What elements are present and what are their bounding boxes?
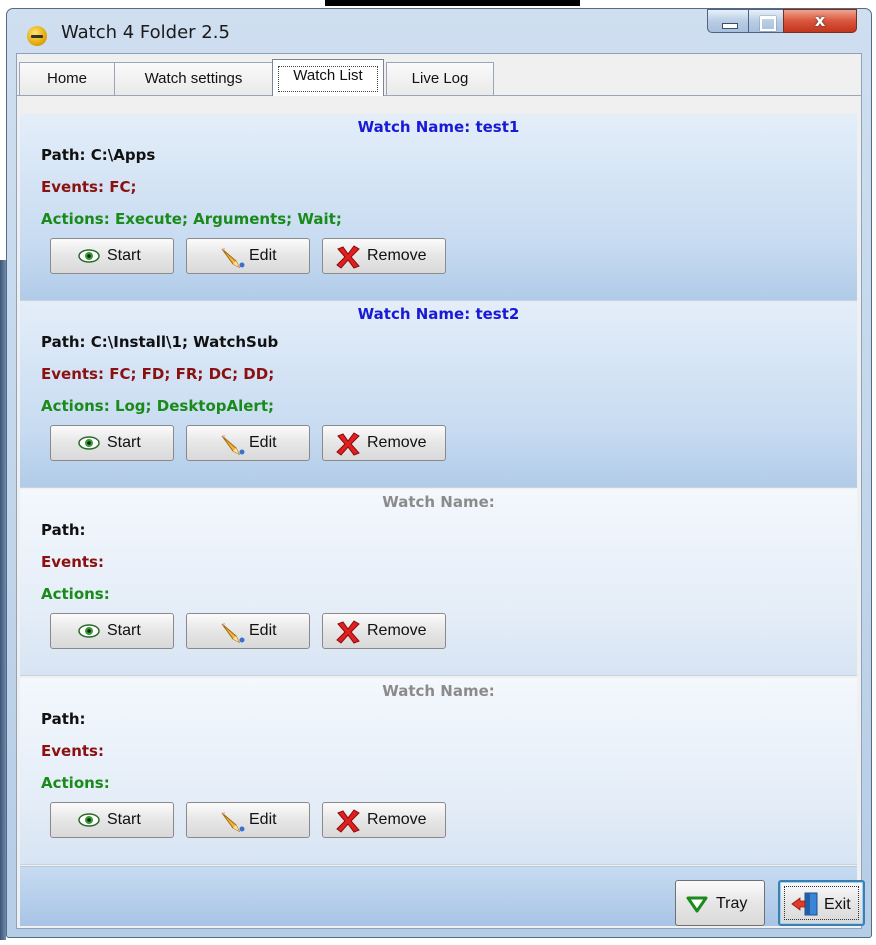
exit-label: Exit — [824, 896, 851, 913]
tab-live-log[interactable]: Live Log — [386, 62, 494, 96]
watch-events: Events: — [41, 742, 104, 760]
edit-label: Edit — [249, 622, 277, 639]
red-x-icon — [336, 432, 360, 456]
tab-home[interactable]: Home — [19, 62, 115, 96]
watch-events: Events: FC; FD; FR; DC; DD; — [41, 365, 275, 383]
remove-label: Remove — [367, 811, 427, 828]
edit-button[interactable]: Edit — [186, 613, 310, 649]
maximize-icon — [760, 16, 776, 31]
tab-label: Live Log — [411, 70, 469, 87]
minimize-icon — [722, 23, 738, 29]
watch-path: Path: — [41, 521, 86, 539]
tab-bar: Home Watch settings Watch List Live Log — [17, 54, 861, 96]
window-title: Watch 4 Folder 2.5 — [61, 22, 230, 43]
close-icon: x — [814, 11, 826, 30]
tab-label: Watch List — [293, 67, 363, 84]
start-label: Start — [107, 811, 141, 828]
remove-label: Remove — [367, 434, 427, 451]
red-x-icon — [336, 245, 360, 269]
eye-icon — [78, 436, 100, 450]
start-button[interactable]: Start — [50, 802, 174, 838]
tab-divider — [17, 95, 861, 96]
watch-path: Path: C:\Apps — [41, 146, 156, 164]
watch-panel: Watch Name: Path: Events: Actions: Start… — [20, 678, 857, 865]
watch-name: Watch Name: test2 — [357, 305, 520, 323]
app-window: Watch 4 Folder 2.5 x Home Watch settings… — [6, 8, 872, 938]
eye-icon — [78, 813, 100, 827]
close-button[interactable]: x — [783, 9, 857, 33]
pencil-icon — [221, 435, 245, 456]
remove-button[interactable]: Remove — [322, 425, 446, 461]
black-bar — [325, 0, 580, 6]
remove-button[interactable]: Remove — [322, 238, 446, 274]
watch-panel: Watch Name: test1 Path: C:\Apps Events: … — [20, 114, 857, 301]
pencil-icon — [221, 623, 245, 644]
remove-label: Remove — [367, 622, 427, 639]
watch-name: Watch Name: test1 — [357, 118, 520, 136]
tray-label: Tray — [716, 895, 748, 912]
exit-door-icon — [791, 892, 818, 916]
pencil-icon — [221, 248, 245, 269]
red-x-icon — [336, 620, 360, 644]
start-label: Start — [107, 622, 141, 639]
edit-button[interactable]: Edit — [186, 802, 310, 838]
tab-watch-settings[interactable]: Watch settings — [114, 62, 273, 96]
tray-button[interactable]: Tray — [675, 880, 765, 926]
watch-path: Path: — [41, 710, 86, 728]
watch-panel: Watch Name: Path: Events: Actions: Start… — [20, 489, 857, 676]
remove-label: Remove — [367, 247, 427, 264]
edit-button[interactable]: Edit — [186, 425, 310, 461]
tab-label: Watch settings — [144, 70, 243, 87]
client-area: Home Watch settings Watch List Live Log … — [16, 53, 865, 929]
edit-button[interactable]: Edit — [186, 238, 310, 274]
start-button[interactable]: Start — [50, 613, 174, 649]
remove-button[interactable]: Remove — [322, 613, 446, 649]
watch-actions: Actions: Execute; Arguments; Wait; — [41, 210, 342, 228]
start-button[interactable]: Start — [50, 425, 174, 461]
edit-label: Edit — [249, 434, 277, 451]
tab-label: Home — [46, 70, 87, 87]
exit-button[interactable]: Exit — [778, 880, 865, 926]
watch-name: Watch Name: — [382, 493, 495, 511]
app-icon — [27, 26, 47, 46]
start-label: Start — [107, 434, 141, 451]
watch-panel: Watch Name: test2 Path: C:\Install\1; Wa… — [20, 301, 857, 488]
eye-icon — [78, 624, 100, 638]
title-bar[interactable]: Watch 4 Folder 2.5 x — [7, 9, 871, 53]
eye-icon — [78, 249, 100, 263]
maximize-button[interactable] — [748, 9, 784, 33]
tab-watch-list[interactable]: Watch List — [272, 59, 384, 96]
watch-actions: Actions: Log; DesktopAlert; — [41, 397, 274, 415]
edit-label: Edit — [249, 247, 277, 264]
footer-bar: Tray Exit — [20, 866, 865, 926]
start-button[interactable]: Start — [50, 238, 174, 274]
watch-events: Events: FC; — [41, 178, 137, 196]
watch-actions: Actions: — [41, 774, 110, 792]
watch-path: Path: C:\Install\1; WatchSub — [41, 333, 279, 351]
green-triangle-down-icon — [686, 896, 708, 913]
edit-label: Edit — [249, 811, 277, 828]
watch-actions: Actions: — [41, 585, 110, 603]
watch-events: Events: — [41, 553, 104, 571]
start-label: Start — [107, 247, 141, 264]
pencil-icon — [221, 812, 245, 833]
minimize-button[interactable] — [707, 9, 749, 33]
watch-name: Watch Name: — [382, 682, 495, 700]
remove-button[interactable]: Remove — [322, 802, 446, 838]
red-x-icon — [336, 809, 360, 833]
